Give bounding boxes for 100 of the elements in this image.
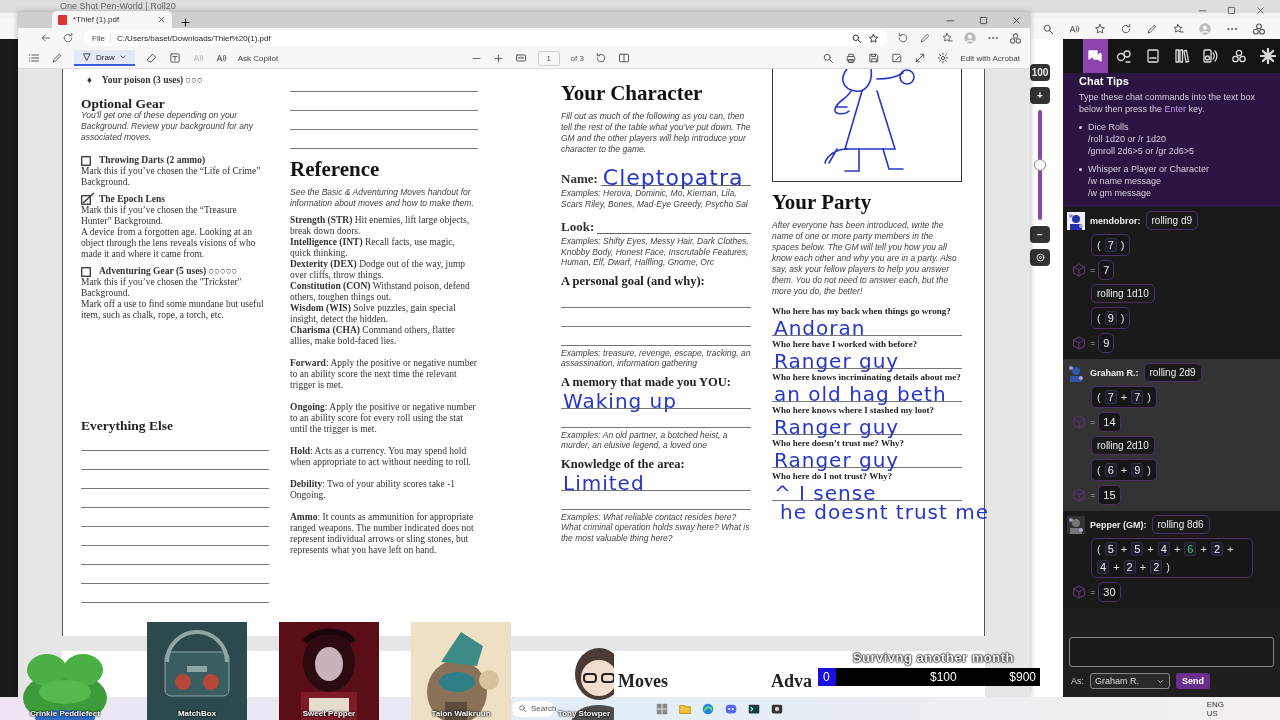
browser-tab[interactable]: One Shot Pen-World | Roll20: [60, 1, 176, 11]
zoom-icon[interactable]: [1042, 23, 1054, 35]
reference-entry: Constitution (CON) Withstand poison, defend others, toughen things out.: [290, 281, 471, 303]
zoom-in-button[interactable]: +: [1030, 87, 1050, 104]
page-number-field[interactable]: 1: [537, 50, 560, 66]
speaker-select[interactable]: Graham R.: [1090, 673, 1170, 689]
reference-entry: Hold: Acts as a currency. You may spend hold when appropriate to act without needing to roll.: [290, 446, 472, 468]
close-icon[interactable]: [1255, 5, 1266, 16]
star-icon[interactable]: [868, 32, 879, 44]
pdf-icon: [58, 14, 67, 25]
target-icon: [1034, 252, 1046, 263]
equals-sign: =: [1090, 265, 1096, 275]
zoom-icon[interactable]: [851, 32, 862, 44]
item-description: Mark this if you’ve chosen the “Treasure Hunter” Background.: [81, 205, 238, 227]
settings-icon[interactable]: [937, 52, 950, 64]
zoom-level[interactable]: 100: [1030, 64, 1050, 81]
close-icon[interactable]: [157, 15, 166, 24]
avatar-icon: [1067, 363, 1085, 382]
intro-text: See the Basic & Adventuring Moves handout for information about moves and how to make them.: [290, 187, 475, 209]
taskbar-search[interactable]: Search: [512, 700, 554, 717]
reference-entry: Forward: Apply the positive or negative number to an ability score the next time the relevant trigger is met.: [290, 358, 478, 391]
goal-milestone: $100: [930, 670, 957, 684]
close-icon[interactable]: [1011, 15, 1022, 26]
target-button[interactable]: [1030, 249, 1050, 266]
refresh-icon[interactable]: [62, 32, 74, 44]
gear-item-title: Throwing Darts (2 ammo): [99, 155, 206, 166]
keyboard-layout[interactable]: US: [1206, 708, 1224, 718]
die-value: 4: [1097, 560, 1110, 574]
operator: +: [1120, 464, 1128, 476]
zoom-in-icon[interactable]: [492, 52, 504, 64]
question-text: Who here has my back when things go wrong?: [772, 306, 952, 317]
bullet-icon: [1079, 126, 1082, 129]
draw-button[interactable]: Draw: [74, 50, 135, 66]
save-as-icon[interactable]: [891, 52, 904, 64]
roll-label: rolling 1d10: [1091, 284, 1155, 303]
section-heading: Everything Else: [81, 420, 174, 431]
eraser-icon[interactable]: [145, 52, 158, 64]
item-description: Mark this if you’ve chosen the “Life of Crime” Background.: [81, 166, 262, 188]
examples-text: Examples: Shifty Eyes, Messy Hair, Dark Clothes, Knobby Body, Honest Face, Inscrutable Features, Human, Elf, Dwarf, Halfling, Gnome, Orc: [561, 236, 750, 268]
keyboard-layout[interactable]: ENG: [1206, 699, 1224, 709]
highlighter-icon[interactable]: [51, 52, 63, 64]
maximize-icon[interactable]: [1226, 5, 1237, 16]
operator: ): [1120, 312, 1125, 324]
new-tab-icon[interactable]: [180, 17, 191, 28]
rotate-icon[interactable]: [594, 52, 607, 64]
item-description: A device from a forgotten age. Looking at an object through the lens reveals visions of who made it and where it came from.: [81, 227, 257, 260]
book-icon: [1144, 48, 1161, 64]
back-icon[interactable]: [40, 32, 52, 44]
operator: ): [1147, 464, 1152, 476]
section-heading: Adva: [771, 671, 812, 692]
page-view-icon[interactable]: [617, 52, 630, 64]
ask-copilot-button[interactable]: Ask Copilot: [237, 53, 279, 63]
tip-title: Dice Rolls: [1088, 121, 1130, 133]
search-icon[interactable]: [822, 52, 835, 64]
browser-tab[interactable]: *Thief (1).pdf: [52, 11, 172, 28]
print-icon[interactable]: [845, 52, 858, 64]
tip-title: Whisper a Player or Character: [1088, 163, 1210, 175]
command-example: /roll 1d20 or /r 1d20: [1088, 133, 1168, 145]
speaker-icon: [1202, 48, 1219, 64]
item-description: Mark off a use to find some mundane but useful item, such as chalk, rope, a torch, etc.: [81, 299, 265, 321]
save-icon[interactable]: [868, 52, 881, 64]
operator: (: [1097, 391, 1101, 403]
intro-text: You'll get one of these depending on your Background. Review your background for any associated moves.: [81, 110, 255, 143]
star-icon[interactable]: [1094, 23, 1106, 35]
favorites-icon[interactable]: [941, 32, 953, 44]
address-bar[interactable]: File C:/Users/baset/Downloads/Thief%20(1).pdf: [84, 30, 887, 46]
browser-icon[interactable]: [701, 701, 715, 716]
die-value: 6: [1104, 463, 1117, 477]
chat-input[interactable]: [1069, 637, 1274, 667]
handwritten-answer: Ranger guy: [774, 416, 900, 438]
edit-with-acrobat-button[interactable]: Edit with Acrobat: [960, 53, 1020, 63]
operator: ): [1147, 391, 1152, 403]
gear-item-title: The Epoch Lens: [99, 194, 165, 205]
speaker-name: Pepper (GM):: [1090, 519, 1147, 530]
field-label: Knowledge of the area:: [561, 456, 686, 472]
refresh-icon[interactable]: [1120, 23, 1132, 35]
die-value: 4: [1157, 542, 1170, 556]
examples-text: Examples: Herova, Dominic, Mo, Kiernan, Lila, Scars Riley, Bones, Mad-Eye Greedy, Psycho Sal: [561, 188, 749, 209]
favorites-icon[interactable]: [1172, 23, 1184, 35]
send-button[interactable]: Send: [1176, 673, 1211, 689]
operator: +: [1139, 561, 1147, 573]
text-box-icon[interactable]: [168, 52, 181, 64]
item-description: Mark this if you’ve chosen the "Trickster" Background.: [81, 277, 243, 299]
read-aloud-icon[interactable]: [214, 52, 227, 64]
chat-tab[interactable]: [1083, 39, 1108, 73]
gear-item-title: Adventuring Gear (5 uses) ○○○○○: [99, 266, 238, 277]
equals-sign: =: [1090, 490, 1096, 500]
maximize-icon[interactable]: [978, 15, 989, 26]
question-text: Who here do I not trust? Why?: [772, 471, 894, 482]
fullscreen-icon[interactable]: [914, 52, 927, 64]
refresh-icon[interactable]: [897, 32, 909, 44]
circles-icon: [1230, 48, 1247, 64]
read-aloud-icon[interactable]: [1068, 23, 1080, 35]
reference-entry: Ongoing: Apply the positive or negative number to an ability score for every roll using the stat until the trigger is met.: [290, 402, 477, 435]
fit-page-icon[interactable]: [514, 52, 527, 64]
examples-text: Examples: treasure, revenge, escape, tracking, an assassination, information gathering: [561, 347, 751, 369]
reference-entry: Ammo: It counts as ammunition for appropriate ranged weapons. The number indicated does not represent individual arrows or sling stones, but represents what you have left on hand.: [290, 512, 475, 556]
windows-icon[interactable]: [655, 701, 669, 716]
die-value: 5: [1104, 542, 1117, 556]
zoom-out-button[interactable]: −: [1030, 226, 1050, 243]
